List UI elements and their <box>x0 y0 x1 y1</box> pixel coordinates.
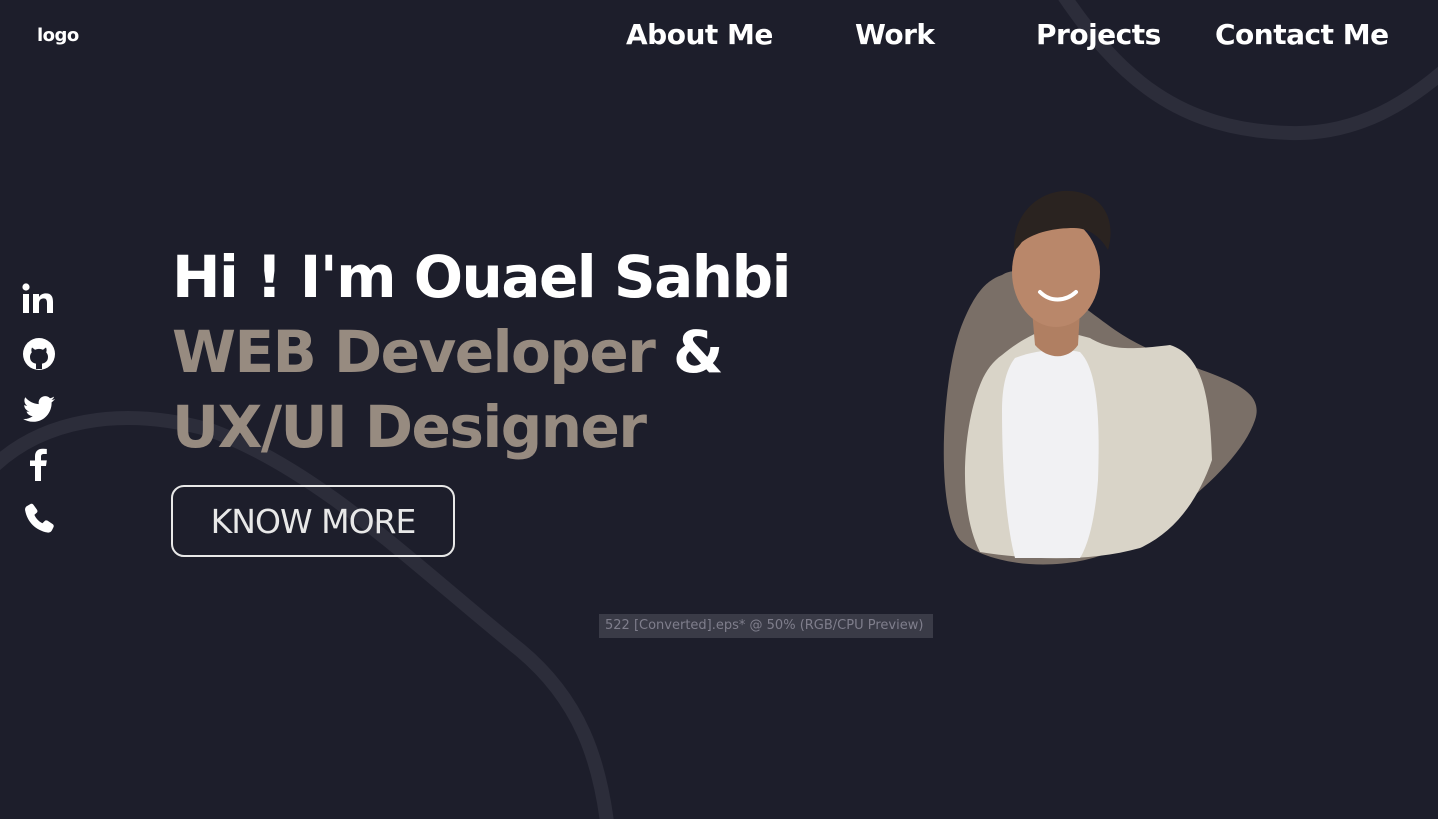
twitter-icon[interactable] <box>20 390 58 428</box>
hero-role-designer: UX/UI Designer <box>172 393 647 461</box>
profile-portrait <box>943 190 1257 565</box>
hero-section: Hi ! I'm Ouael Sahbi WEB Developer & UX/… <box>172 240 792 465</box>
hero-ampersand: & <box>673 318 724 386</box>
logo[interactable]: logo <box>37 25 79 46</box>
hero-role-web-developer: WEB Developer <box>172 318 656 386</box>
nav-projects[interactable]: Projects <box>1036 18 1161 51</box>
github-icon[interactable] <box>20 335 58 373</box>
know-more-button[interactable]: KNOW MORE <box>171 485 455 557</box>
hero-greeting: Hi ! I'm Ouael Sahbi <box>172 243 791 311</box>
linkedin-icon[interactable] <box>20 280 58 318</box>
portrait-shirt <box>1002 350 1099 558</box>
nav-about-me[interactable]: About Me <box>626 18 773 51</box>
phone-icon[interactable] <box>20 500 58 538</box>
preview-status-label: 522 [Converted].eps* @ 50% (RGB/CPU Prev… <box>599 614 933 638</box>
social-links <box>20 280 60 555</box>
nav-contact-me[interactable]: Contact Me <box>1215 18 1389 51</box>
facebook-icon[interactable] <box>20 445 58 483</box>
hero-role-line: WEB Developer & <box>172 315 792 390</box>
page: logo About Me Work Projects Contact Me H… <box>0 0 1438 819</box>
nav-work[interactable]: Work <box>855 18 935 51</box>
